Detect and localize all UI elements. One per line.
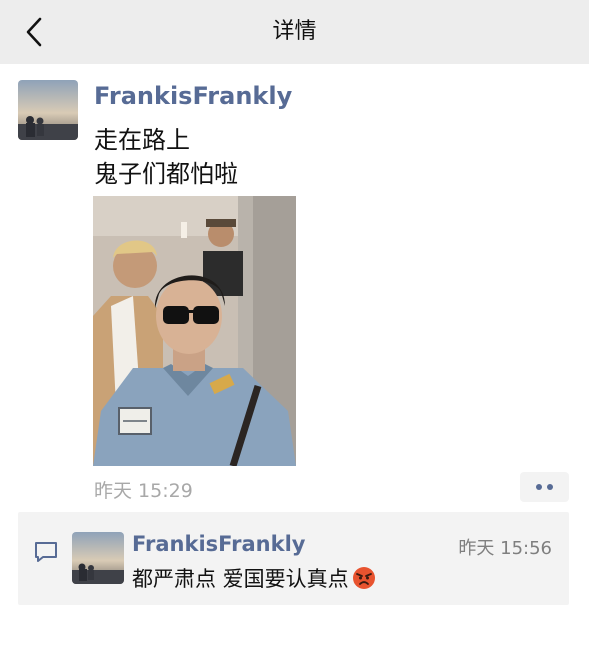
post-text-line-2: 鬼子们都怕啦	[94, 160, 238, 188]
nav-bar: 详情	[0, 0, 589, 64]
commenter-avatar[interactable]	[72, 532, 124, 584]
more-actions-button[interactable]	[520, 472, 569, 502]
comment-text-row: 都严肃点 爱国要认真点	[132, 563, 376, 593]
post-photo[interactable]	[93, 196, 296, 466]
comment-bubble-icon	[35, 542, 57, 562]
post-text-line-1: 走在路上	[94, 126, 190, 154]
comment-text: 都严肃点 爱国要认真点	[132, 567, 349, 591]
comment-author-name[interactable]: FrankisFrankly	[132, 532, 305, 556]
post-author-name[interactable]: FrankisFrankly	[94, 82, 292, 110]
page-title: 详情	[272, 19, 317, 44]
comment-panel: FrankisFrankly 昨天 15:56 都严肃点 爱国要认真点	[18, 512, 569, 605]
author-avatar[interactable]	[18, 80, 78, 140]
more-dots-icon-dot	[547, 484, 553, 490]
post-timestamp: 昨天 15:29	[94, 480, 193, 502]
more-dots-icon	[536, 484, 542, 490]
angry-face-emoji	[352, 567, 375, 589]
comment-timestamp: 昨天 15:56	[458, 538, 552, 559]
